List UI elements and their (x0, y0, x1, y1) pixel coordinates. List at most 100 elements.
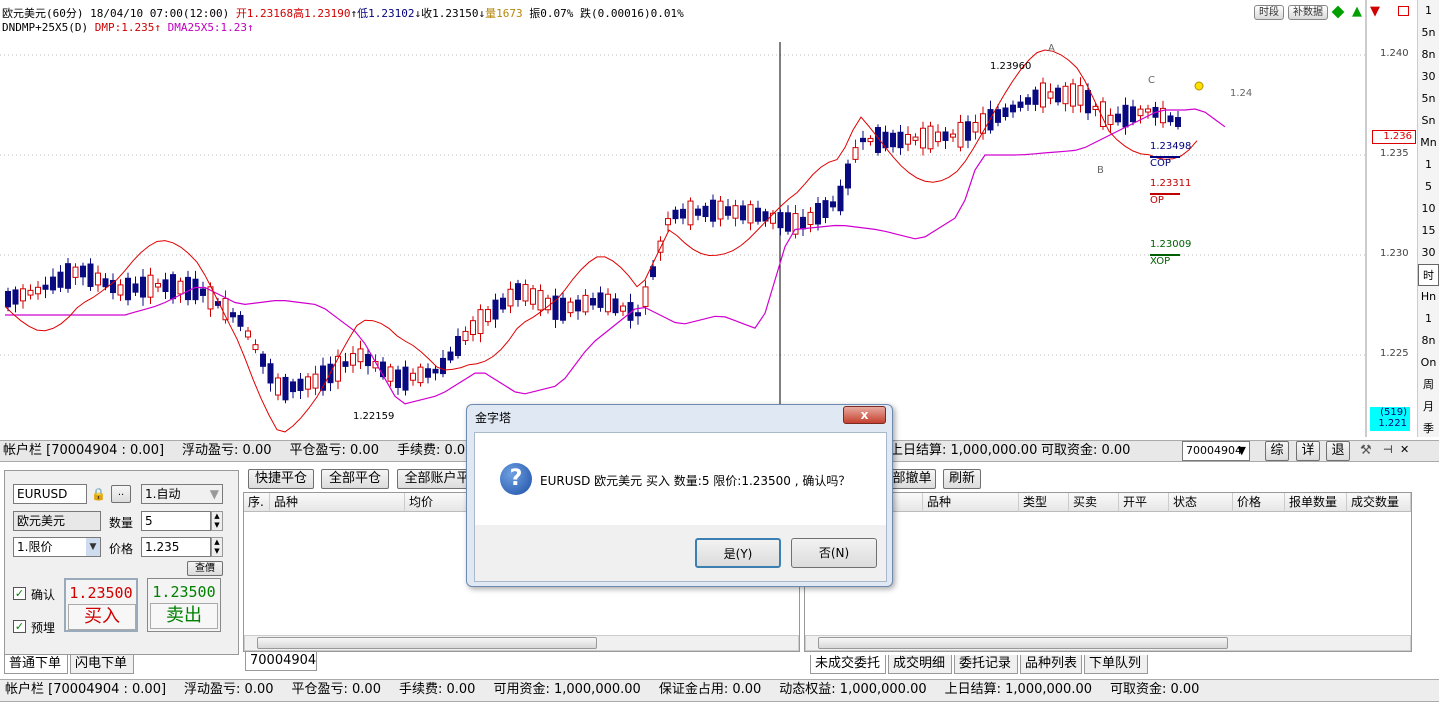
fill-data-button[interactable]: 补数据 (1288, 5, 1328, 20)
period-item[interactable]: 月 (1418, 396, 1439, 418)
tools-icon[interactable]: ⚒ (1360, 443, 1372, 458)
high-value: 高1.23190 (293, 7, 351, 20)
period-item[interactable]: 1 (1418, 154, 1439, 176)
candle-body (1085, 90, 1091, 114)
period-item[interactable]: 8n (1418, 330, 1439, 352)
period-item[interactable]: 1 (1418, 308, 1439, 330)
period-item[interactable]: Hn (1418, 286, 1439, 308)
up-arrow-icon[interactable]: ▲ (1352, 4, 1362, 19)
pin-icon[interactable]: ⊣ (1383, 443, 1393, 456)
no-button[interactable]: 否(N) (791, 538, 877, 568)
candle-body (777, 212, 784, 229)
confirm-checkbox[interactable]: ✓ (13, 587, 26, 600)
refresh-button[interactable]: 刷新 (943, 469, 981, 489)
status-bar: 帐户栏 [70004904 : 0.00] 浮动盈亏: 0.00 平仓盈亏: 0.0… (0, 679, 1439, 702)
yes-button[interactable]: 是(Y) (695, 538, 781, 568)
tab-symbols[interactable]: 品种列表 (1020, 655, 1082, 674)
order-type-select[interactable]: 1.限价 ▼ (13, 537, 101, 557)
candle-body (492, 299, 499, 320)
col-order-qty[interactable]: 报单数量 (1285, 493, 1347, 512)
down-arrow-icon[interactable]: ▼ (1370, 4, 1380, 19)
price-chart[interactable]: 欧元美元(60分) 18/04/10 07:00(12:00) 开1.23168… (0, 0, 1439, 437)
price-label: 价格 (109, 542, 134, 556)
lock-icon[interactable]: 🔒 (91, 487, 106, 501)
sell-button[interactable]: 1.23500 卖出 (147, 578, 221, 632)
tab-unfilled[interactable]: 未成交委托 (810, 655, 886, 674)
period-item[interactable]: 30 (1418, 66, 1439, 88)
tab-flash-order[interactable]: 闪电下单 (70, 655, 134, 674)
col-type[interactable]: 类型 (1019, 493, 1069, 512)
price-stepper[interactable]: ▲ ▼ (211, 537, 223, 557)
candlestick-plot[interactable] (0, 0, 1416, 437)
candle-body (1002, 107, 1009, 118)
period-item[interactable]: 季 (1418, 418, 1439, 440)
tab-order-queue[interactable]: 下单队列 (1084, 655, 1148, 674)
indicator-name: DNDMP+25X5(D) (2, 21, 89, 34)
col-seq[interactable]: 序. (244, 493, 270, 512)
col-symbol[interactable]: 品种 (923, 493, 1019, 512)
close-all-accounts-button[interactable]: 全部账户平 (397, 469, 477, 489)
period-item[interactable]: 5 (1418, 176, 1439, 198)
cancel-all-button[interactable]: 部撤单 (888, 469, 936, 489)
account-select[interactable]: 70004904 ▼ (1182, 441, 1250, 461)
exit-button[interactable]: 退 (1326, 441, 1350, 461)
float-pl: 浮动盈亏: 0.00 (182, 443, 272, 458)
dialog-close-button[interactable]: x (843, 406, 886, 424)
period-button[interactable]: 时段 (1254, 5, 1284, 20)
comb-button[interactable]: 综 (1265, 441, 1289, 461)
orders-scrollbar[interactable] (805, 635, 1411, 651)
period-item[interactable]: Mn (1418, 132, 1439, 154)
period-item[interactable]: 15 (1418, 220, 1439, 242)
period-item[interactable]: 1 (1418, 0, 1439, 22)
candle-body (282, 376, 289, 401)
period-item[interactable]: Sn (1418, 110, 1439, 132)
detail-button[interactable]: 详 (1296, 441, 1320, 461)
period-item[interactable]: 时 (1418, 264, 1439, 286)
close-panel-icon[interactable]: ✕ (1400, 443, 1409, 456)
crosshair-readout: (519) 1.221 (1370, 407, 1410, 431)
candle-body (822, 200, 829, 218)
preset-checkbox[interactable]: ✓ (13, 620, 26, 633)
candle-body (1055, 87, 1061, 103)
candle-body (162, 279, 169, 293)
buy-button[interactable]: 1.23500 买入 (64, 578, 138, 632)
period-item[interactable]: 5n (1418, 22, 1439, 44)
qty-stepper[interactable]: ▲ ▼ (211, 511, 223, 531)
scroll-thumb[interactable] (257, 637, 597, 649)
symbol-browse-button[interactable]: .. (111, 485, 131, 503)
period-item[interactable]: 8n (1418, 44, 1439, 66)
restore-window-icon[interactable] (1398, 6, 1409, 16)
tab-normal-order[interactable]: 普通下单 (4, 655, 68, 674)
price-input[interactable]: 1.235 (141, 537, 211, 557)
positions-scrollbar[interactable] (244, 635, 799, 651)
col-filled-qty[interactable]: 成交数量 (1347, 493, 1411, 512)
candle-body (12, 289, 19, 305)
close-all-button[interactable]: 全部平仓 (321, 469, 389, 489)
period-item[interactable]: On (1418, 352, 1439, 374)
tab-fills[interactable]: 成交明细 (888, 655, 952, 674)
scroll-thumb[interactable] (818, 637, 1228, 649)
candle-body (950, 133, 956, 138)
period-item[interactable]: 周 (1418, 374, 1439, 396)
period-item[interactable]: 5n (1418, 88, 1439, 110)
tab-order-history[interactable]: 委托记录 (954, 655, 1018, 674)
query-button[interactable]: 查價 (187, 561, 223, 576)
candle-body (402, 366, 409, 391)
dropdown-arrow-icon: ▼ (209, 487, 219, 501)
period-item[interactable]: 10 (1418, 198, 1439, 220)
candle-body (230, 312, 236, 318)
col-openclose[interactable]: 开平 (1119, 493, 1169, 512)
col-side[interactable]: 买卖 (1069, 493, 1119, 512)
col-price[interactable]: 价格 (1233, 493, 1285, 512)
cop-price: 1.23498 (1150, 141, 1192, 152)
period-item[interactable]: 30 (1418, 242, 1439, 264)
symbol-input[interactable]: EURUSD (13, 484, 87, 504)
col-symbol[interactable]: 品种 (270, 493, 405, 512)
col-status[interactable]: 状态 (1169, 493, 1233, 512)
qty-input[interactable]: 5 (141, 511, 211, 531)
mode-select[interactable]: 1.自动 ▼ (141, 484, 223, 504)
candle-body (447, 351, 454, 361)
quick-close-button[interactable]: 快捷平仓 (248, 469, 314, 489)
candle-body (650, 266, 656, 278)
tab-account[interactable]: 70004904 (245, 652, 317, 671)
